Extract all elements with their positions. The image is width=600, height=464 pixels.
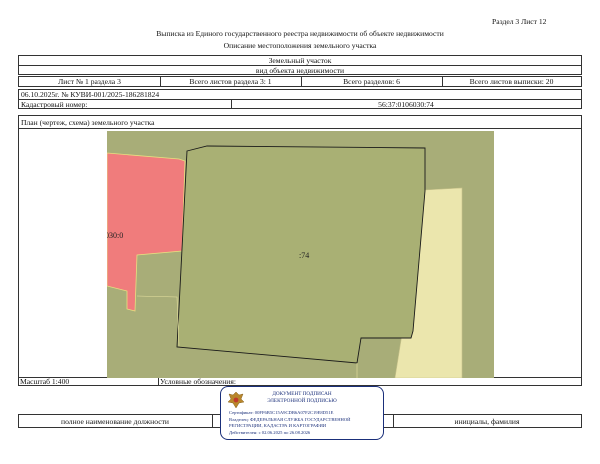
stamp-owner-line1: Владелец: ФЕДЕРАЛЬНАЯ СЛУЖБА ГОСУДАРСТВЕ… [229,417,351,422]
stamp-validity: Действителен: с 02.06.2025 по 26.08.2026 [229,430,311,435]
stamp-owner-line2: РЕГИСТРАЦИИ, КАДАСТРА И КАРТОГРАФИИ [229,423,327,428]
object-type-value: Земельный участок [268,56,332,65]
plan-header-divider [19,128,581,129]
cadastral-number: 56:37:0106030:74 [378,100,434,109]
stamp-line1: ДОКУМЕНТ ПОДПИСАН [272,391,332,397]
initials-caption: инициалы, фамилия [454,417,520,426]
cadastral-info-table: 06.10.2025г. № КУВИ-001/2025-186281824 К… [18,89,582,109]
parcel-number-label: :74 [299,251,309,260]
legend-label: Условные обозначения: [160,377,236,386]
stamp-line2: ЭЛЕКТРОННОЙ ПОДПИСЬЮ [267,398,337,404]
section-page-label: Раздел 3 Лист 12 [492,17,547,26]
signature-divider [212,414,213,427]
electronic-signature-stamp: ДОКУМЕНТ ПОДПИСАН ЭЛЕКТРОННОЙ ПОДПИСЬЮ С… [220,386,384,440]
date-number: 06.10.2025г. № КУВИ-001/2025-186281824 [21,90,160,99]
total-sections: Всего разделов: 6 [343,77,400,86]
neighbor-parcel-label: 030:0 [107,231,123,240]
scale-label: Масштаб 1:400 [20,377,70,386]
parcel-map: 030:0 :74 [107,131,494,378]
cell-divider [158,377,159,385]
signature-border [581,414,582,427]
sheets-info-row: Лист № 1 раздела 3 Всего листов раздела … [18,76,582,87]
stamp-certificate: Сертификат: 00FF6B5C15A9CDB6A07F2C19E8D5… [229,410,334,415]
plan-label: План (чертеж, схема) земельного участка [21,118,155,127]
cadastral-label: Кадастровый номер: [21,100,88,109]
object-kind-caption: вид объекта недвижимости [255,66,345,75]
sheet-of-section: Лист № 1 раздела 3 [58,77,121,86]
total-sheets-extract: Всего листов выписки: 20 [469,77,554,86]
document-subtitle: Описание местоположения земельного участ… [223,41,377,50]
parcel-map-svg: 030:0 :74 [107,131,494,378]
row-divider [19,99,581,100]
document-title: Выписка из Единого государственного реес… [156,29,444,38]
total-sheets-section: Всего листов раздела 3: 1 [189,77,272,86]
position-caption: полное наименование должности [61,417,169,426]
object-type-table: Земельный участок вид объекта недвижимос… [18,55,582,75]
